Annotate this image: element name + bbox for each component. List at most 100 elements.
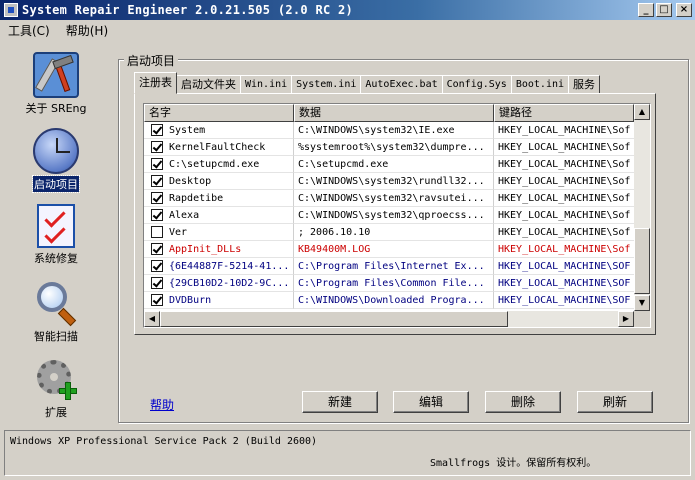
table-row[interactable]: {29CB10D2-10D2-9C... C:\Program Files\Com… [144, 275, 634, 292]
sidebar-item-label: 系统修复 [34, 252, 78, 265]
window-controls: _ □ × [638, 3, 692, 17]
list-header: 名字 数据 键路径 [144, 104, 634, 122]
os-version-text: Windows XP Professional Service Pack 2 (… [10, 436, 318, 447]
row-name-cell: Rapdetibe [144, 190, 294, 207]
tab-registry[interactable]: 注册表 [134, 72, 177, 94]
sidebar-item-scan[interactable]: 智能扫描 [4, 280, 108, 344]
table-row[interactable]: KernelFaultCheck %systemroot%\system32\du… [144, 139, 634, 156]
vertical-scrollbar[interactable]: ▲ ▼ [634, 104, 650, 311]
row-path-cell: HKEY_LOCAL_MACHINE\Sof [494, 156, 634, 173]
row-path-cell: HKEY_LOCAL_MACHINE\Sof [494, 190, 634, 207]
row-name-cell: System [144, 122, 294, 139]
tab-boot-ini[interactable]: Boot.ini [510, 75, 570, 94]
column-header-data[interactable]: 数据 [294, 104, 494, 122]
row-checkbox[interactable] [151, 124, 163, 136]
table-row[interactable]: Rapdetibe C:\WINDOWS\system32\ravsutei...… [144, 190, 634, 207]
row-data-cell: C:\WINDOWS\system32\rundll32... [294, 173, 494, 190]
row-checkbox[interactable] [151, 141, 163, 153]
row-checkbox[interactable] [151, 226, 163, 238]
sidebar-item-startup[interactable]: 启动项目 [4, 128, 108, 193]
row-name: DVDBurn [169, 294, 212, 306]
table-row[interactable]: DVDBurn C:\WINDOWS\Downloaded Progra... HK… [144, 292, 634, 309]
new-button[interactable]: 新建 [302, 391, 378, 413]
scroll-down-button[interactable]: ▼ [634, 295, 650, 311]
row-name-cell: {6E44887F-5214-41... [144, 258, 294, 275]
row-path-cell: HKEY_LOCAL_MACHINE\SOF [494, 258, 634, 275]
row-name-cell: Ver [144, 224, 294, 241]
startup-list[interactable]: 名字 数据 键路径 System C:\WINDOWS\system32\IE.e… [143, 103, 651, 328]
table-row[interactable]: System C:\WINDOWS\system32\IE.exe HKEY_LOC… [144, 122, 634, 139]
app-icon [4, 3, 18, 17]
scroll-left-button[interactable]: ◀ [144, 311, 160, 327]
row-checkbox[interactable] [151, 260, 163, 272]
sidebar-item-about[interactable]: 关于 SREng [4, 52, 108, 116]
sidebar-item-repair[interactable]: 系统修复 [4, 204, 108, 266]
refresh-button[interactable]: 刷新 [577, 391, 653, 413]
table-row[interactable]: Desktop C:\WINDOWS\system32\rundll32... HK… [144, 173, 634, 190]
table-row[interactable]: C:\setupcmd.exe C:\setupcmd.exe HKEY_LOCAL… [144, 156, 634, 173]
maximize-button[interactable]: □ [656, 3, 672, 17]
table-row[interactable]: {6E44887F-5214-41... C:\Program Files\Int… [144, 258, 634, 275]
row-path-cell: HKEY_LOCAL_MACHINE\Sof [494, 122, 634, 139]
row-checkbox[interactable] [151, 158, 163, 170]
delete-button[interactable]: 删除 [485, 391, 561, 413]
tab-strip: 注册表 启动文件夹 Win.ini System.ini AutoExec.ba… [134, 72, 601, 94]
table-row[interactable]: AppInit_DLLs KB49400M.LOG HKEY_LOCAL_MACHI… [144, 241, 634, 258]
column-header-path[interactable]: 键路径 [494, 104, 634, 122]
tab-system-ini[interactable]: System.ini [291, 75, 362, 94]
scroll-right-button[interactable]: ▶ [618, 311, 634, 327]
copyright-text: Smallfrogs 设计。保留所有权利。 [430, 458, 597, 469]
row-name: Ver [169, 226, 188, 238]
minimize-button[interactable]: _ [638, 3, 654, 17]
row-name: KernelFaultCheck [169, 141, 266, 153]
row-name-cell: AppInit_DLLs [144, 241, 294, 258]
column-header-name[interactable]: 名字 [144, 104, 294, 122]
row-data-cell: C:\WINDOWS\system32\ravsutei... [294, 190, 494, 207]
row-checkbox[interactable] [151, 175, 163, 187]
edit-button[interactable]: 编辑 [393, 391, 469, 413]
horizontal-scroll-thumb[interactable] [160, 311, 508, 327]
row-name-cell: Alexa [144, 207, 294, 224]
table-row[interactable]: Alexa C:\WINDOWS\system32\qproecss... HKEY… [144, 207, 634, 224]
tab-config-sys[interactable]: Config.Sys [441, 75, 512, 94]
row-data-cell: ; 2006.10.10 [294, 224, 494, 241]
menu-bar: 工具(C) 帮助(H) [0, 20, 695, 40]
tab-autoexec-bat[interactable]: AutoExec.bat [360, 75, 443, 94]
row-checkbox[interactable] [151, 209, 163, 221]
row-name-cell: KernelFaultCheck [144, 139, 294, 156]
tab-startup-folder[interactable]: 启动文件夹 [176, 75, 241, 94]
vertical-scroll-thumb[interactable] [634, 228, 650, 294]
row-checkbox[interactable] [151, 192, 163, 204]
row-checkbox[interactable] [151, 243, 163, 255]
close-button[interactable]: × [676, 3, 692, 17]
horizontal-scrollbar[interactable]: ◀ ▶ [144, 311, 634, 327]
sidebar-item-extend[interactable]: 扩展 [4, 356, 108, 420]
tab-services[interactable]: 服务 [568, 75, 601, 94]
sidebar-item-label: 关于 SREng [25, 102, 87, 115]
table-row[interactable]: Ver ; 2006.10.10 HKEY_LOCAL_MACHINE\Sof [144, 224, 634, 241]
toolbox-icon [33, 52, 79, 98]
group-title: 启动项目 [124, 52, 179, 69]
tab-win-ini[interactable]: Win.ini [240, 75, 293, 94]
help-link[interactable]: 帮助 [150, 396, 174, 413]
row-path-cell: HKEY_LOCAL_MACHINE\Sof [494, 173, 634, 190]
scroll-up-button[interactable]: ▲ [634, 104, 650, 120]
row-name: C:\setupcmd.exe [169, 158, 260, 170]
row-checkbox[interactable] [151, 277, 163, 289]
menu-tools[interactable]: 工具(C) [0, 22, 58, 39]
clock-icon [33, 128, 79, 174]
gear-plus-icon [33, 356, 79, 402]
title-bar[interactable]: System Repair Engineer 2.0.21.505 (2.0 R… [0, 0, 695, 20]
sidebar-item-label: 扩展 [45, 406, 67, 419]
row-data-cell: C:\WINDOWS\Downloaded Progra... [294, 292, 494, 309]
row-data-cell: %systemroot%\system32\dumpre... [294, 139, 494, 156]
row-name-cell: {29CB10D2-10D2-9C... [144, 275, 294, 292]
sidebar: 关于 SREng 启动项目 系统修复 智能扫描 扩展 [4, 46, 108, 426]
row-checkbox[interactable] [151, 294, 163, 306]
row-name-cell: C:\setupcmd.exe [144, 156, 294, 173]
row-name: {29CB10D2-10D2-9C... [169, 277, 290, 289]
row-name: System [169, 124, 206, 136]
window-title: System Repair Engineer 2.0.21.505 (2.0 R… [22, 3, 354, 17]
row-name: Alexa [169, 209, 200, 221]
menu-help[interactable]: 帮助(H) [58, 22, 116, 39]
